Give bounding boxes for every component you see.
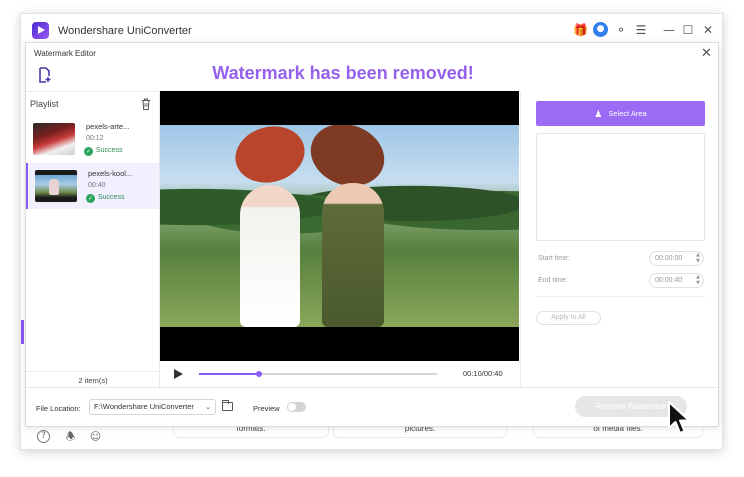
- check-circle-icon: ✓: [84, 147, 93, 156]
- folder-icon[interactable]: [222, 400, 233, 411]
- close-icon[interactable]: ✕: [701, 23, 715, 37]
- apply-to-all-button[interactable]: Apply to All: [536, 311, 601, 325]
- progress-thumb[interactable]: [255, 371, 262, 377]
- select-area-button[interactable]: ♟ Select Area: [536, 101, 705, 126]
- minimize-icon[interactable]: —: [662, 23, 676, 37]
- divider: [536, 296, 705, 297]
- dialog-close-icon[interactable]: ✕: [701, 46, 712, 61]
- time-display: 00:10/00:40: [463, 369, 503, 378]
- app-title: Wondershare UniConverter: [58, 25, 192, 37]
- playlist-item[interactable]: pexels-arte... 00:12 ✓ Success: [26, 116, 159, 162]
- help-icon[interactable]: ?: [37, 430, 50, 443]
- file-location-label: File Location:: [36, 404, 81, 413]
- item-status: ✓ Success: [86, 194, 125, 203]
- mouse-cursor-icon: [668, 401, 690, 434]
- file-location-select[interactable]: F:\Wondershare UniConverter ⌄: [89, 399, 216, 415]
- start-time-field[interactable]: 00:00:00 ▲ ▼: [649, 251, 704, 266]
- footer-bar: ? 🕭 ☺: [21, 424, 722, 451]
- preview-toggle[interactable]: [287, 402, 306, 412]
- app-logo-icon: [32, 22, 49, 39]
- progress-fill: [199, 373, 259, 375]
- item-status: ✓ Success: [84, 147, 123, 156]
- video-frame: [160, 125, 519, 327]
- feedback-icon[interactable]: ☺: [89, 430, 102, 443]
- start-time-label: Start time:: [538, 255, 570, 262]
- headset-icon[interactable]: ⚬: [614, 23, 628, 37]
- area-settings-panel: ♟ Select Area Start time: 00:00:00 ▲ ▼ End …: [520, 91, 719, 387]
- player-controls: 00:10/00:40: [160, 361, 519, 387]
- end-time-label: End time:: [538, 277, 568, 284]
- item-name: pexels-arte...: [86, 122, 130, 131]
- video-thumbnail: [35, 170, 77, 202]
- item-duration: 00:12: [86, 135, 104, 142]
- menu-icon[interactable]: ☰: [634, 23, 648, 37]
- video-preview[interactable]: [160, 91, 519, 361]
- play-icon[interactable]: [174, 369, 183, 379]
- gift-icon[interactable]: 🎁: [573, 23, 588, 37]
- rail-active-marker: [21, 320, 24, 344]
- progress-slider[interactable]: [199, 371, 437, 377]
- item-count: 2 item(s): [26, 371, 160, 385]
- playlist-item-selected[interactable]: pexels-kool... 00:40 ✓ Success: [26, 163, 159, 209]
- status-banner: Watermark has been removed!: [212, 63, 474, 83]
- preview-label: Preview: [253, 404, 280, 413]
- item-duration: 00:40: [88, 182, 106, 189]
- chevron-down-icon: ⌄: [205, 403, 211, 411]
- check-circle-icon: ✓: [86, 194, 95, 203]
- dialog-title: Watermark Editor: [34, 49, 96, 58]
- playlist-title: Playlist: [30, 99, 59, 109]
- person-icon: ♟: [594, 110, 603, 120]
- maximize-icon[interactable]: ☐: [681, 23, 695, 37]
- watermark-editor-dialog: Watermark Editor ✕ Watermark has been re…: [25, 42, 720, 427]
- video-subject: [240, 185, 300, 327]
- selection-area-box[interactable]: [536, 133, 705, 241]
- video-thumbnail: [33, 123, 75, 155]
- user-avatar-icon[interactable]: ●: [593, 22, 608, 37]
- playlist-panel: Playlist pexels-arte... 00:12 ✓ Success p…: [26, 91, 160, 387]
- stepper-icon[interactable]: ▲ ▼: [696, 274, 700, 286]
- item-name: pexels-kool...: [88, 169, 133, 178]
- end-time-field[interactable]: 00:00:40 ▲ ▼: [649, 273, 704, 288]
- trash-icon[interactable]: [141, 98, 151, 110]
- video-subject: [322, 183, 384, 327]
- bottom-bar: File Location: F:\Wondershare UniConvert…: [26, 387, 720, 427]
- bell-icon[interactable]: 🕭: [64, 430, 77, 443]
- stepper-icon[interactable]: ▲ ▼: [696, 252, 700, 264]
